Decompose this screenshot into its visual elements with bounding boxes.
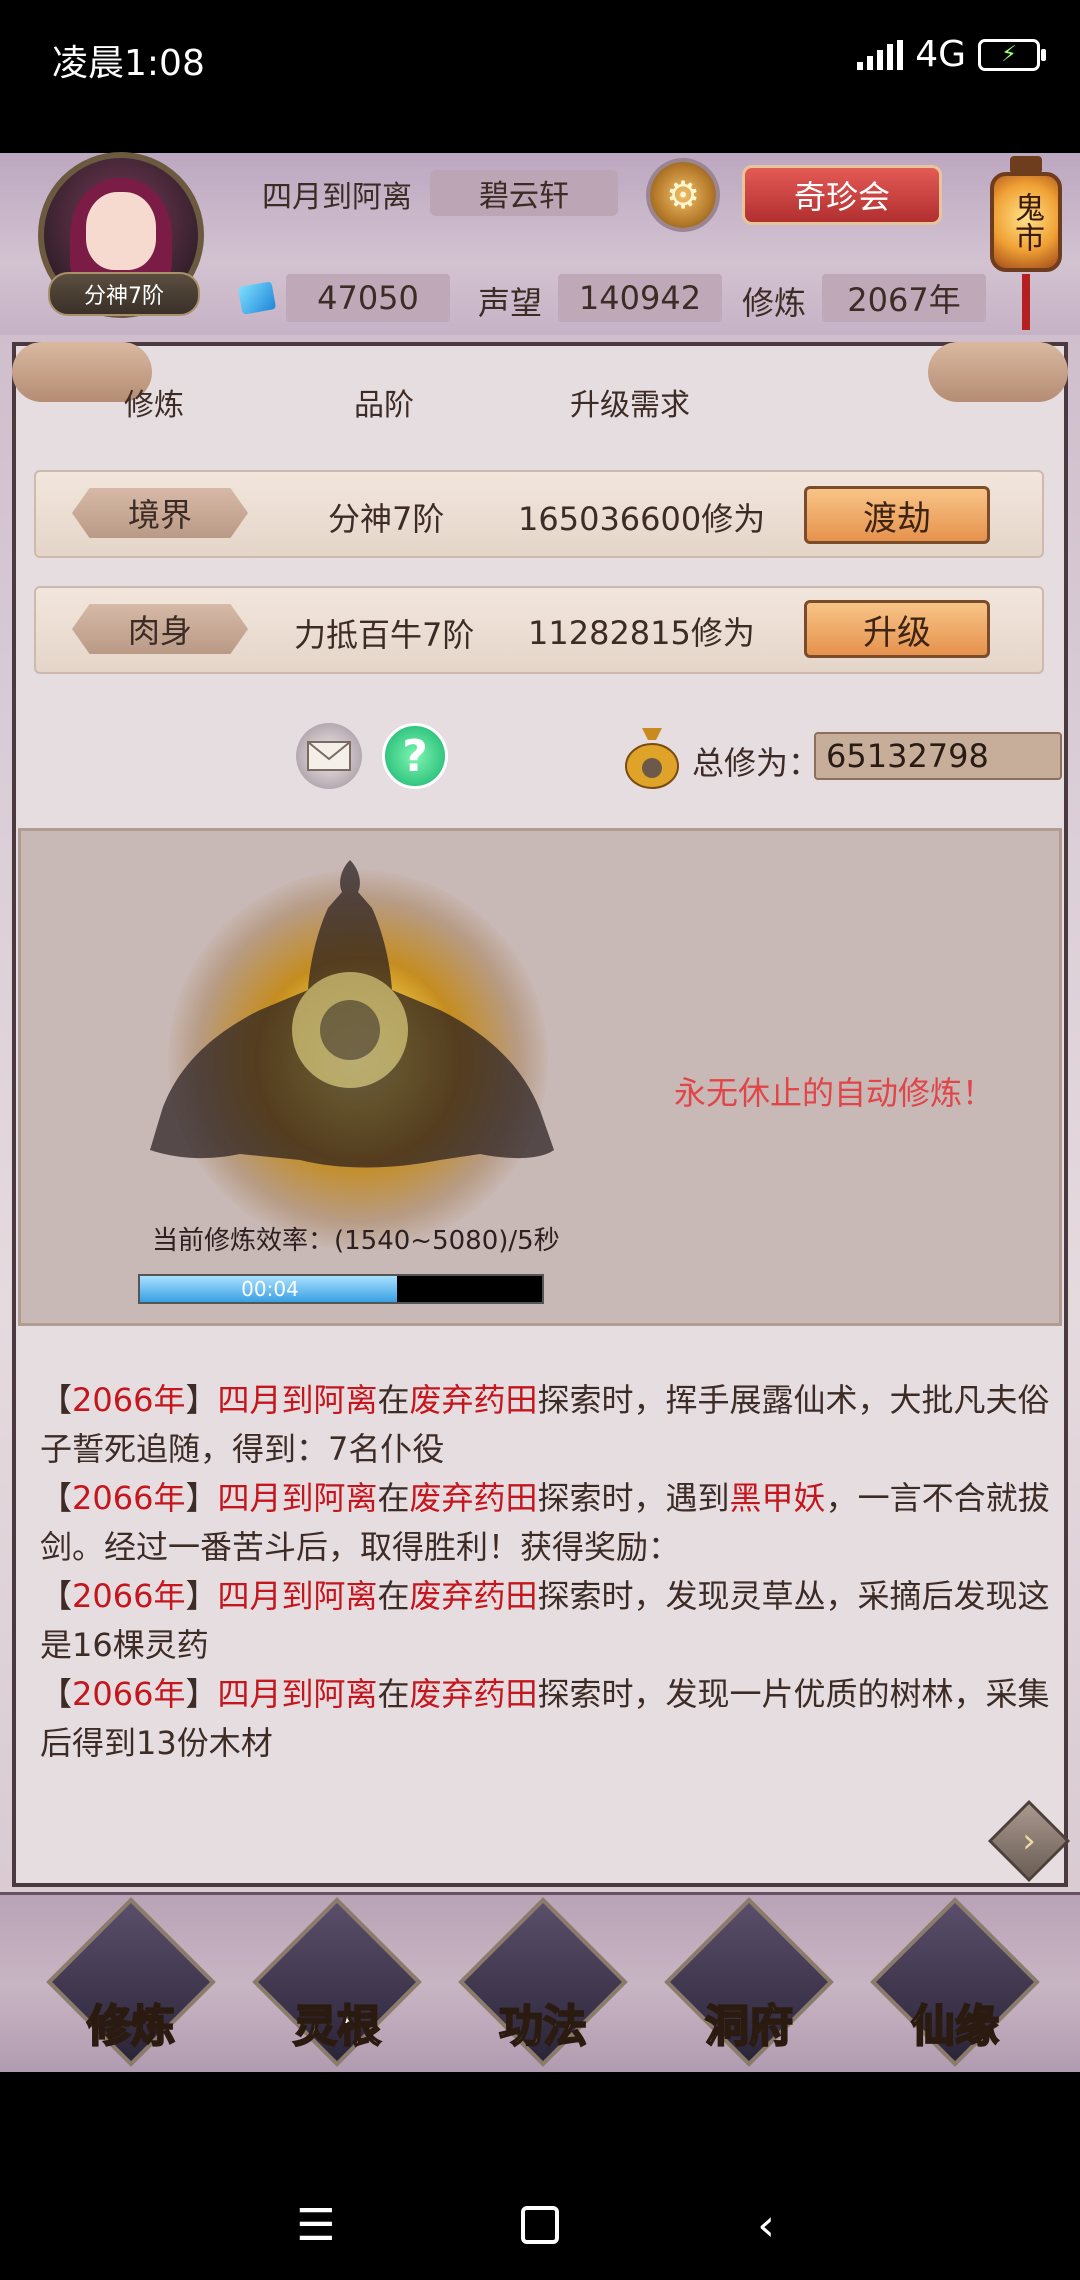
guild-name[interactable]: 碧云轩: [430, 170, 618, 216]
nav-cultivation[interactable]: 修炼: [46, 1897, 216, 2067]
nav-spirit-root[interactable]: 灵根: [252, 1897, 422, 2067]
battery-charging-icon: ⚡: [978, 38, 1046, 71]
tribulation-button[interactable]: 渡劫: [804, 486, 990, 544]
ghost-market-button[interactable]: 鬼市: [990, 150, 1062, 330]
cloud-ornament-right: [928, 342, 1068, 402]
rank-badge: 分神7阶: [48, 272, 200, 316]
body-tag: 肉身: [72, 604, 248, 654]
log-entry: 【2066年】四月到阿离在废弃药田探索时，遇到黑甲妖，一言不合就拔剑。经过一番苦…: [40, 1479, 1050, 1566]
home-icon[interactable]: [510, 2200, 570, 2250]
cultivation-label: 修炼: [742, 284, 807, 322]
nav-cave-dwelling[interactable]: 洞府: [664, 1897, 834, 2067]
player-name: 四月到阿离: [262, 180, 412, 215]
reputation-value: 140942: [558, 274, 722, 322]
upgrade-button[interactable]: 升级: [804, 600, 990, 658]
log-entry: 【2066年】四月到阿离在废弃药田探索时，发现灵草丛，采摘后发现这是16棵灵药: [40, 1577, 1050, 1664]
efficiency-text: 当前修炼效率：(1540~5080)/5秒: [152, 1226, 560, 1256]
signal-icon: [857, 39, 904, 70]
nav-techniques[interactable]: 功法: [458, 1897, 628, 2067]
status-time: 凌晨1:08: [52, 43, 205, 84]
shop-button[interactable]: 奇珍会: [742, 165, 942, 225]
lantern-icon: 鬼市: [990, 172, 1062, 272]
progress-timer: 00:04: [241, 1277, 299, 1301]
log-entry: 【2066年】四月到阿离在废弃药田探索时，挥手展露仙术，大批凡夫俗子誓死追随，得…: [40, 1381, 1050, 1468]
spirit-stone-icon: [237, 281, 277, 315]
body-grade: 力抵百牛7阶: [294, 616, 475, 654]
body-requirement: 11282815修为: [528, 614, 755, 652]
cultivation-years: 2067年: [822, 274, 986, 322]
auto-cultivation-text: 永无休止的自动修炼！: [674, 1074, 995, 1112]
chevron-right-icon: ›: [1022, 1821, 1036, 1861]
gear-icon[interactable]: ⚙: [650, 162, 716, 228]
status-bar: 凌晨1:08 4G ⚡: [0, 0, 1080, 120]
status-icons: 4G ⚡: [857, 34, 1046, 75]
cultivation-progress-bar: 00:04: [138, 1274, 544, 1304]
help-icon[interactable]: ?: [382, 723, 448, 789]
total-cultivation-label: 总修为：: [692, 744, 821, 782]
meditating-figure-icon: [150, 860, 554, 1168]
total-cultivation-value: 65132798: [814, 732, 1062, 780]
column-header-grade: 品阶: [354, 388, 414, 423]
spirit-stone-count: 47050: [286, 274, 450, 322]
reputation-label: 声望: [478, 284, 543, 322]
realm-grade: 分神7阶: [328, 500, 445, 538]
column-header-requirement: 升级需求: [570, 388, 690, 423]
menu-icon[interactable]: ☰: [286, 2200, 346, 2251]
network-type: 4G: [915, 34, 966, 75]
realm-requirement: 165036600修为: [518, 500, 766, 538]
mail-icon[interactable]: [296, 723, 362, 789]
column-header-cultivation: 修炼: [124, 388, 184, 423]
money-bag-icon: [622, 720, 682, 790]
back-icon[interactable]: ‹: [736, 2200, 796, 2251]
nav-destiny[interactable]: 仙缘: [870, 1897, 1040, 2067]
realm-tag: 境界: [72, 488, 248, 538]
log-entry: 【2066年】四月到阿离在废弃药田探索时，发现一片优质的树林，采集后得到13份木…: [40, 1675, 1050, 1762]
